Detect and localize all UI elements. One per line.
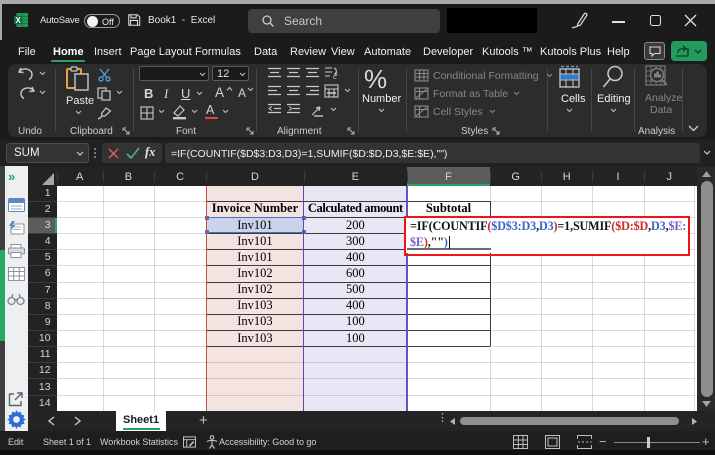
svg-text:c: c xyxy=(333,74,337,81)
svg-text:X: X xyxy=(16,16,22,25)
